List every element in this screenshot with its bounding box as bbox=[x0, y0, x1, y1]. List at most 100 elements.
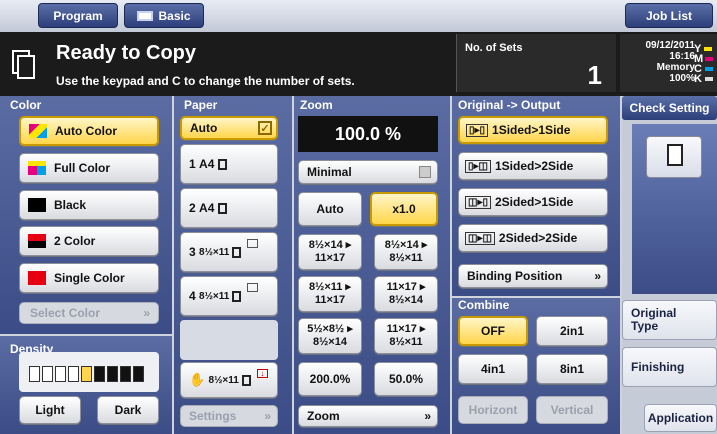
combine-2in1-label: 2in1 bbox=[559, 324, 584, 338]
zoom-preset-4[interactable]: 11×17 ▸ 8½×14 bbox=[374, 276, 438, 312]
select-color-button[interactable]: Select Color » bbox=[19, 302, 159, 324]
duplex-2to2-label: 2Sided>2Side bbox=[498, 231, 578, 245]
combine-off-label: OFF bbox=[481, 324, 505, 338]
bypass-size: 8½×11 bbox=[208, 374, 239, 386]
full-color-button[interactable]: Full Color bbox=[19, 153, 159, 183]
tray-1-button[interactable]: 1 A4 bbox=[180, 144, 278, 184]
single-color-button[interactable]: Single Color bbox=[19, 263, 159, 293]
zoom-200-label: 200.0% bbox=[309, 372, 351, 386]
toner-k-label: K bbox=[694, 73, 702, 85]
two-color-label: 2 Color bbox=[54, 234, 96, 248]
duplex-2to1-label: 2Sided>1Side bbox=[494, 195, 574, 209]
original-type-button[interactable]: Original Type bbox=[622, 300, 717, 340]
minimal-button[interactable]: Minimal bbox=[298, 160, 438, 184]
zoom-auto-button[interactable]: Auto bbox=[298, 192, 362, 226]
zoom-detail-button[interactable]: Zoom » bbox=[298, 405, 438, 427]
paper-auto-button[interactable]: Auto ✓ bbox=[180, 116, 278, 140]
application-button[interactable]: Application bbox=[644, 404, 717, 432]
double-chevron-right-icon: » bbox=[594, 269, 601, 283]
double-chevron-right-icon: » bbox=[264, 409, 271, 423]
duplex-1to1-button[interactable]: ▯▸▯ 1Sided>1Side bbox=[458, 116, 608, 144]
color-panel-title: Color bbox=[10, 98, 42, 112]
toner-m-bar bbox=[705, 57, 714, 61]
original-type-label: Original Type bbox=[631, 306, 677, 333]
tray-1-number: 1 bbox=[189, 157, 196, 171]
zoom-preset-2[interactable]: 8½×14 ▸ 8½×11 bbox=[374, 234, 438, 270]
duplex-1to1-icon: ▯▸▯ bbox=[466, 123, 489, 137]
tray-2-button[interactable]: 2 A4 bbox=[180, 188, 278, 228]
finishing-button[interactable]: Finishing bbox=[622, 347, 717, 387]
density-step[interactable] bbox=[68, 366, 79, 382]
preset-3-to: 11×17 bbox=[314, 294, 346, 306]
tray-empty-slot bbox=[180, 320, 278, 360]
bypass-tray-button[interactable]: ✋ 8½×11 ↓ bbox=[180, 362, 278, 398]
preset-5-from: 5½×8½ ▸ bbox=[307, 323, 353, 335]
sets-counter: No. of Sets 1 bbox=[456, 34, 616, 92]
duplex-1to2-button[interactable]: ▯▸◫ 1Sided>2Side bbox=[458, 152, 608, 180]
two-color-button[interactable]: 2 Color bbox=[19, 226, 159, 256]
job-list-button[interactable]: Job List bbox=[625, 3, 713, 28]
density-step[interactable] bbox=[94, 366, 105, 382]
zoom-x1-button[interactable]: x1.0 bbox=[370, 192, 438, 226]
density-step[interactable] bbox=[107, 366, 118, 382]
zoom-50-button[interactable]: 50.0% bbox=[374, 362, 438, 396]
bypass-hand-icon: ✋ bbox=[189, 372, 206, 387]
portrait-paper-icon bbox=[232, 246, 242, 258]
tray-2-number: 2 bbox=[189, 201, 196, 215]
density-bars bbox=[29, 366, 144, 382]
binding-position-button[interactable]: Binding Position » bbox=[458, 264, 608, 288]
program-tab[interactable]: Program bbox=[38, 3, 118, 28]
preview-area bbox=[632, 124, 717, 294]
preview-page-button[interactable] bbox=[646, 136, 702, 178]
status-header: Ready to Copy Use the keypad and C to ch… bbox=[0, 32, 717, 96]
duplex-2to2-button[interactable]: ◫▸◫ 2Sided>2Side bbox=[458, 224, 608, 252]
preset-1-from: 8½×14 ▸ bbox=[308, 239, 352, 251]
auto-color-label: Auto Color bbox=[55, 124, 117, 138]
combine-2in1-button[interactable]: 2in1 bbox=[536, 316, 608, 346]
density-step[interactable] bbox=[29, 366, 40, 382]
zoom-value: 100.0 % bbox=[334, 123, 402, 144]
check-setting-button[interactable]: Check Setting bbox=[622, 96, 717, 120]
vertical-label: Vertical bbox=[550, 403, 594, 417]
auto-color-button[interactable]: Auto Color bbox=[19, 116, 159, 146]
zoom-200-button[interactable]: 200.0% bbox=[298, 362, 362, 396]
preset-2-to: 8½×11 bbox=[389, 252, 423, 264]
zoom-preset-5[interactable]: 5½×8½ ▸ 8½×14 bbox=[298, 318, 362, 354]
duplex-2to2-icon: ◫▸◫ bbox=[465, 231, 495, 245]
toner-y-bar bbox=[704, 47, 713, 51]
tray-3-button[interactable]: 3 8½×11 bbox=[180, 232, 278, 272]
density-step[interactable] bbox=[55, 366, 66, 382]
paper-settings-button[interactable]: Settings » bbox=[180, 405, 278, 427]
duplex-2to1-button[interactable]: ◫▸▯ 2Sided>1Side bbox=[458, 188, 608, 216]
basic-tab[interactable]: Basic bbox=[124, 3, 204, 28]
tray-4-number: 4 bbox=[189, 289, 196, 303]
combine-off-button[interactable]: OFF bbox=[458, 316, 528, 346]
black-button[interactable]: Black bbox=[19, 190, 159, 220]
zoom-preset-3[interactable]: 8½×11 ▸ 11×17 bbox=[298, 276, 362, 312]
combine-8in1-button[interactable]: 8in1 bbox=[536, 354, 608, 384]
vertical-button[interactable]: Vertical bbox=[536, 396, 608, 424]
horizont-label: Horizont bbox=[468, 403, 518, 417]
light-button[interactable]: Light bbox=[19, 396, 81, 424]
sets-label: No. of Sets bbox=[465, 42, 523, 54]
paper-type-icon bbox=[247, 239, 259, 248]
density-step[interactable] bbox=[120, 366, 131, 382]
zoom-preset-1[interactable]: 8½×14 ▸ 11×17 bbox=[298, 234, 362, 270]
zoom-auto-label: Auto bbox=[316, 202, 344, 216]
two-color-icon bbox=[28, 234, 46, 248]
zoom-preset-6[interactable]: 11×17 ▸ 8½×11 bbox=[374, 318, 438, 354]
tray-4-button[interactable]: 4 8½×11 bbox=[180, 276, 278, 316]
density-step[interactable] bbox=[81, 366, 92, 382]
application-label: Application bbox=[647, 411, 714, 425]
density-scale[interactable] bbox=[19, 352, 159, 392]
density-step[interactable] bbox=[133, 366, 144, 382]
select-color-label: Select Color bbox=[30, 306, 101, 320]
combine-title: Combine bbox=[458, 298, 510, 312]
single-color-label: Single Color bbox=[54, 271, 125, 285]
combine-4in1-button[interactable]: 4in1 bbox=[458, 354, 528, 384]
dark-button[interactable]: Dark bbox=[97, 396, 159, 424]
density-step[interactable] bbox=[42, 366, 53, 382]
horizont-button[interactable]: Horizont bbox=[458, 396, 528, 424]
basic-label: Basic bbox=[158, 8, 191, 23]
paper-settings-label: Settings bbox=[189, 409, 237, 423]
